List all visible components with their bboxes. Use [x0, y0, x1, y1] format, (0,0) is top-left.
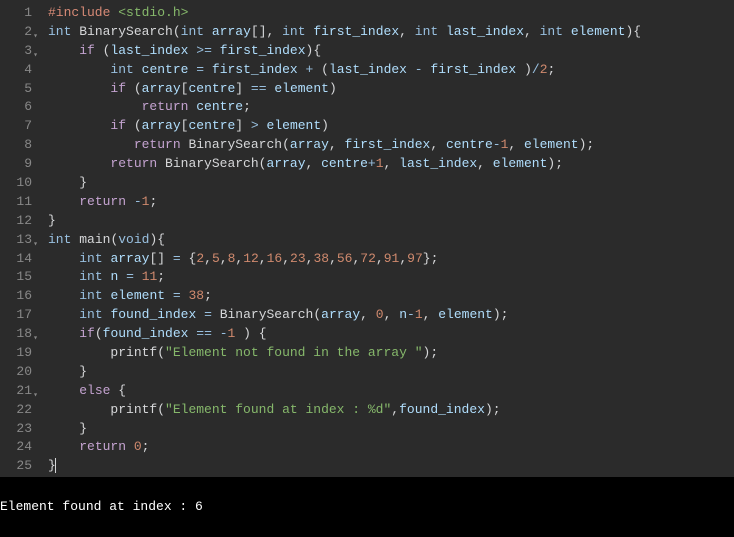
line-number: 11 [4, 193, 32, 212]
line-number: 14 [4, 250, 32, 269]
code-line[interactable]: return BinarySearch(array, centre+1, las… [48, 155, 641, 174]
code-editor: 12▾3▾45678910111213▾1415161718▾192021▾22… [0, 0, 734, 477]
line-number: 18▾ [4, 325, 32, 344]
line-number: 12 [4, 212, 32, 231]
code-line[interactable]: int element = 38; [48, 287, 641, 306]
line-number: 1 [4, 4, 32, 23]
code-line[interactable]: int n = 11; [48, 268, 641, 287]
line-number: 22 [4, 401, 32, 420]
line-number: 8 [4, 136, 32, 155]
code-line[interactable]: return 0; [48, 438, 641, 457]
fold-marker-icon[interactable]: ▾ [33, 330, 38, 349]
line-number: 4 [4, 61, 32, 80]
line-number: 16 [4, 287, 32, 306]
code-line[interactable]: return centre; [48, 98, 641, 117]
line-number: 2▾ [4, 23, 32, 42]
line-number: 10 [4, 174, 32, 193]
code-line[interactable]: int main(void){ [48, 231, 641, 250]
code-line[interactable]: } [48, 420, 641, 439]
code-area[interactable]: #include <stdio.h>int BinarySearch(int a… [40, 0, 641, 477]
fold-marker-icon[interactable]: ▾ [33, 47, 38, 66]
code-line[interactable]: int found_index = BinarySearch(array, 0,… [48, 306, 641, 325]
line-number: 19 [4, 344, 32, 363]
fold-marker-icon[interactable]: ▾ [33, 387, 38, 406]
code-line[interactable]: printf("Element found at index : %d",fou… [48, 401, 641, 420]
code-line[interactable]: } [48, 363, 641, 382]
text-cursor [55, 458, 56, 473]
fold-marker-icon[interactable]: ▾ [33, 28, 38, 47]
line-number: 21▾ [4, 382, 32, 401]
line-number: 9 [4, 155, 32, 174]
code-line[interactable]: return -1; [48, 193, 641, 212]
code-line[interactable]: int centre = first_index + (last_index -… [48, 61, 641, 80]
console-output-text: Element found at index : 6 [0, 499, 203, 514]
line-number: 17 [4, 306, 32, 325]
code-line[interactable]: } [48, 457, 641, 476]
line-number: 20 [4, 363, 32, 382]
line-number: 25 [4, 457, 32, 476]
line-number: 15 [4, 268, 32, 287]
line-number: 3▾ [4, 42, 32, 61]
code-line[interactable]: if (array[centre] == element) [48, 80, 641, 99]
line-number: 6 [4, 98, 32, 117]
line-number: 5 [4, 80, 32, 99]
code-line[interactable]: if(found_index == -1 ) { [48, 325, 641, 344]
code-line[interactable]: } [48, 174, 641, 193]
line-number: 23 [4, 420, 32, 439]
code-line[interactable]: int array[] = {2,5,8,12,16,23,38,56,72,9… [48, 250, 641, 269]
fold-marker-icon[interactable]: ▾ [33, 236, 38, 255]
line-number: 7 [4, 117, 32, 136]
code-line[interactable]: if (array[centre] > element) [48, 117, 641, 136]
code-line[interactable]: } [48, 212, 641, 231]
code-line[interactable]: printf("Element not found in the array "… [48, 344, 641, 363]
line-number-gutter: 12▾3▾45678910111213▾1415161718▾192021▾22… [0, 0, 40, 477]
code-line[interactable]: int BinarySearch(int array[], int first_… [48, 23, 641, 42]
output-console: Element found at index : 6 [0, 477, 734, 537]
line-number: 13▾ [4, 231, 32, 250]
code-line[interactable]: else { [48, 382, 641, 401]
line-number: 24 [4, 438, 32, 457]
code-line[interactable]: if (last_index >= first_index){ [48, 42, 641, 61]
code-line[interactable]: return BinarySearch(array, first_index, … [48, 136, 641, 155]
code-line[interactable]: #include <stdio.h> [48, 4, 641, 23]
